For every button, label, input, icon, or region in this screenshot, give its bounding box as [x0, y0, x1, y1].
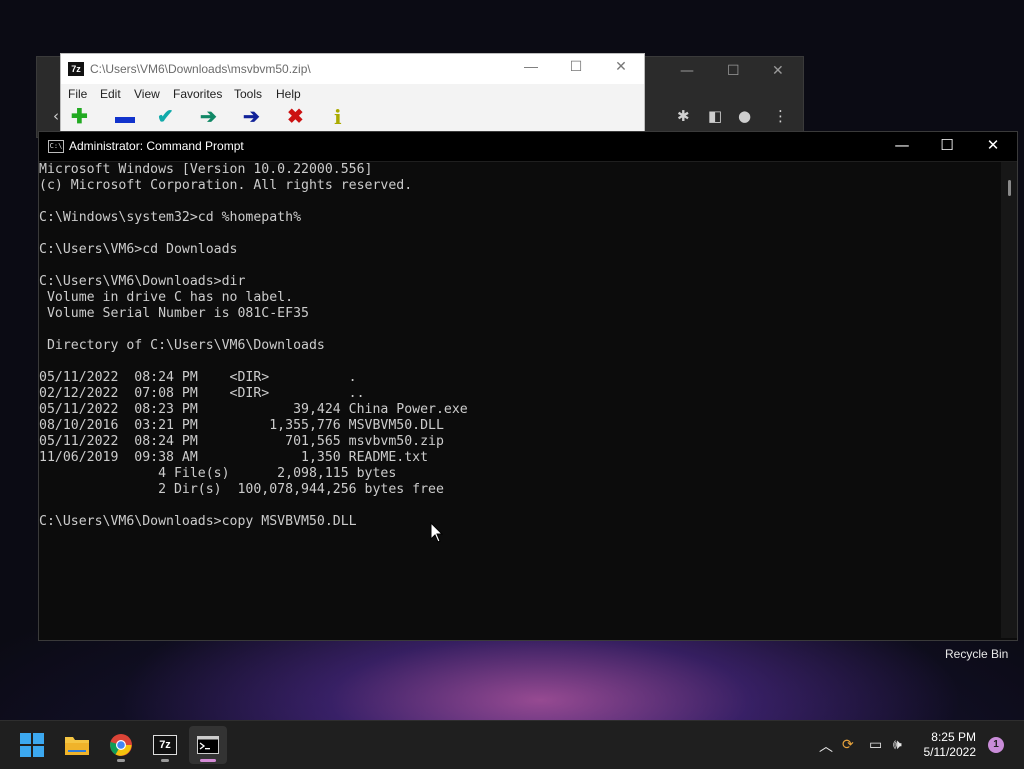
start-button[interactable] [13, 726, 51, 764]
recycle-bin-label[interactable]: Recycle Bin [945, 647, 1008, 661]
cmd-icon: C:\ [48, 140, 64, 153]
add-icon[interactable]: ✚ [71, 105, 88, 129]
delete-icon[interactable]: ✖ [287, 105, 304, 129]
network-icon[interactable]: ▭ [869, 736, 882, 753]
menu-favorites[interactable]: Favorites [173, 87, 222, 101]
console-line: C:\Users\VM6\Downloads>copy MSVBVM50.DLL [39, 514, 357, 529]
cmd-titlebar[interactable]: C:\ Administrator: Command Prompt — ☐ ✕ [39, 132, 1017, 162]
7zip-running-indicator [161, 759, 169, 762]
chevron-up-icon[interactable]: ︿ [819, 736, 833, 756]
7zip-close-button[interactable]: ✕ [606, 58, 636, 75]
chrome-running-indicator [117, 759, 125, 762]
menu-edit[interactable]: Edit [100, 87, 121, 101]
console-line: 05/11/2022 08:24 PM <DIR> . [39, 370, 357, 385]
7zip-minimize-button[interactable]: — [516, 58, 546, 74]
console-line: 08/10/2016 03:21 PM 1,355,776 MSVBVM50.D… [39, 418, 444, 433]
profile-icon[interactable]: ● [738, 107, 751, 125]
clock-date: 5/11/2022 [923, 745, 977, 759]
console-line: Volume in drive C has no label. [39, 290, 294, 305]
close-icon[interactable]: ✕ [772, 63, 784, 79]
test-icon[interactable]: ✔ [157, 105, 174, 129]
taskbar: 7z ︿ ⟳ ▭ 🕪 8:25 PM 5/11/2022 1 [0, 720, 1024, 769]
clock-time: 8:25 PM [931, 730, 976, 744]
windows-icon [20, 733, 44, 757]
command-prompt-button[interactable] [189, 726, 227, 764]
volume-icon[interactable]: 🕪 [893, 736, 902, 753]
7zip-toolbar: ✚ ▬ ✔ ➔ ➔ ✖ i [61, 104, 644, 132]
update-icon[interactable]: ⟳ [842, 736, 854, 753]
7zip-icon: 7z [153, 735, 177, 755]
chrome-icon [110, 734, 132, 756]
console-line: 11/06/2019 09:38 AM 1,350 README.txt [39, 450, 429, 465]
console-line: 02/12/2022 07:08 PM <DIR> .. [39, 386, 365, 401]
7zip-window-title: C:\Users\VM6\Downloads\msvbvm50.zip\ [90, 62, 311, 76]
console-line: C:\Users\VM6\Downloads>dir [39, 274, 246, 289]
7zip-app-icon: 7z [68, 62, 84, 76]
file-explorer-button[interactable] [58, 726, 96, 764]
copy-icon[interactable]: ➔ [200, 105, 217, 129]
7zip-window[interactable]: 7z C:\Users\VM6\Downloads\msvbvm50.zip\ … [60, 53, 645, 133]
console-line: (c) Microsoft Corporation. All rights re… [39, 178, 413, 193]
console-line: C:\Windows\system32>cd %homepath% [39, 210, 302, 225]
console-line: Volume Serial Number is 081C-EF35 [39, 306, 309, 321]
extensions-icon[interactable]: ✱ [677, 107, 690, 125]
menu-view[interactable]: View [134, 87, 160, 101]
menu-tools[interactable]: Tools [234, 87, 262, 101]
menu-icon[interactable]: ⋮ [773, 107, 788, 125]
console-line: Directory of C:\Users\VM6\Downloads [39, 338, 325, 353]
folder-icon [65, 737, 89, 755]
cmd-scrollbar[interactable] [1001, 162, 1017, 638]
7zip-menubar: File Edit View Favorites Tools Help [61, 84, 644, 104]
info-icon[interactable]: i [334, 105, 342, 129]
cmd-icon [197, 736, 219, 754]
console-line: 05/11/2022 08:23 PM 39,424 China Power.e… [39, 402, 468, 417]
maximize-icon[interactable]: ☐ [727, 63, 740, 79]
cmd-close-button[interactable]: ✕ [973, 136, 1013, 154]
cmd-window-title: Administrator: Command Prompt [69, 139, 244, 153]
console-line: 4 File(s) 2,098,115 bytes [39, 466, 397, 481]
console-line: Microsoft Windows [Version 10.0.22000.55… [39, 162, 373, 177]
7zip-titlebar[interactable]: 7z C:\Users\VM6\Downloads\msvbvm50.zip\ … [61, 54, 644, 84]
notification-badge[interactable]: 1 [988, 737, 1004, 753]
console-line: C:\Users\VM6>cd Downloads [39, 242, 238, 257]
extract-icon[interactable]: ▬ [115, 105, 135, 129]
cmd-active-indicator [200, 759, 216, 762]
move-icon[interactable]: ➔ [243, 105, 260, 129]
back-icon[interactable]: ‹ [53, 107, 59, 125]
console-line: 05/11/2022 08:24 PM 701,565 msvbvm50.zip [39, 434, 444, 449]
menu-help[interactable]: Help [276, 87, 301, 101]
7zip-maximize-button[interactable]: ☐ [561, 58, 591, 75]
console-line: 2 Dir(s) 100,078,944,256 bytes free [39, 482, 444, 497]
chrome-button[interactable] [102, 726, 140, 764]
menu-file[interactable]: File [68, 87, 87, 101]
cmd-scrollbar-thumb[interactable] [1008, 180, 1011, 196]
cmd-maximize-button[interactable]: ☐ [927, 136, 967, 154]
7zip-button[interactable]: 7z [146, 726, 184, 764]
mouse-cursor-icon [430, 522, 444, 543]
minimize-icon[interactable]: — [680, 63, 694, 79]
side-panel-icon[interactable]: ◧ [708, 107, 722, 125]
cmd-minimize-button[interactable]: — [882, 136, 922, 154]
console-output[interactable]: Microsoft Windows [Version 10.0.22000.55… [39, 162, 1001, 638]
system-clock[interactable]: 8:25 PM 5/11/2022 [918, 730, 977, 760]
command-prompt-window[interactable]: C:\ Administrator: Command Prompt — ☐ ✕ … [38, 131, 1018, 641]
